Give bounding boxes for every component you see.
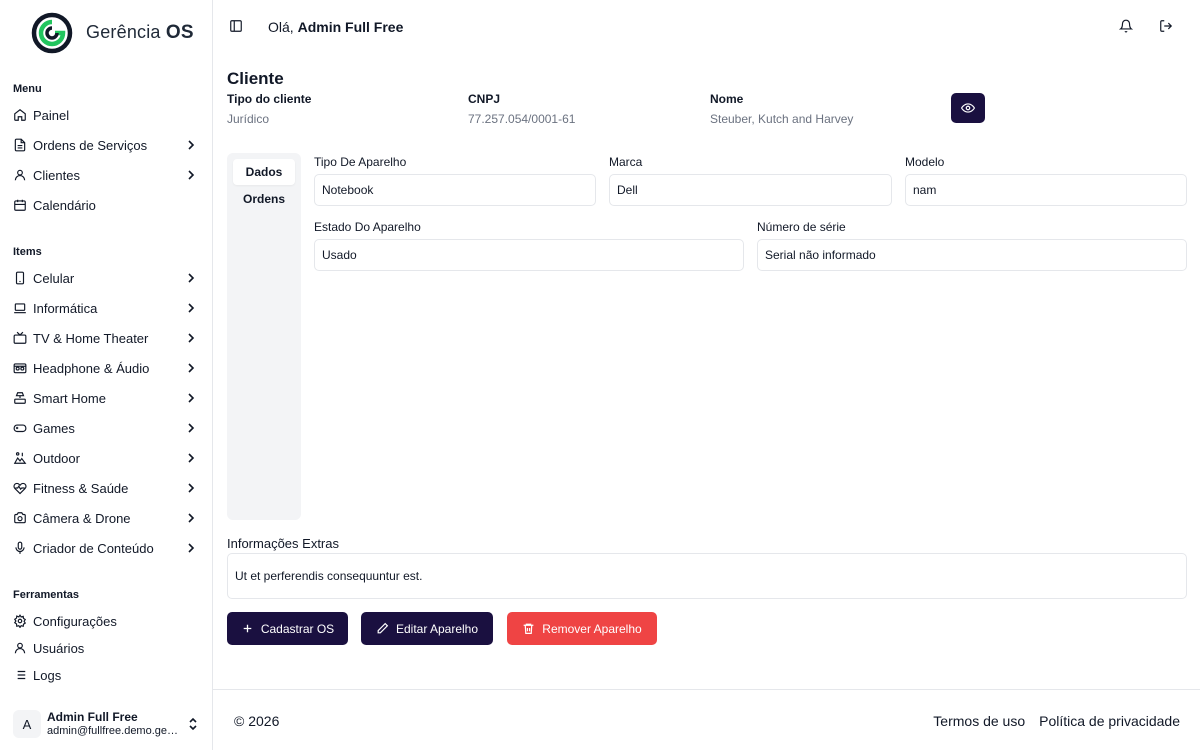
eye-icon bbox=[961, 103, 975, 113]
chevron-right-icon bbox=[188, 483, 195, 493]
chevron-right-icon bbox=[188, 393, 195, 403]
chevron-right-icon bbox=[188, 273, 195, 283]
user-email: admin@fullfree.demo.gerenciaos.com bbox=[47, 724, 179, 737]
create-os-button[interactable]: Cadastrar OS bbox=[227, 612, 348, 645]
greeting: Olá, Admin Full Free bbox=[268, 19, 404, 35]
sidebar-item-ordens[interactable]: Ordens de Serviços bbox=[13, 133, 199, 157]
model-input[interactable]: nam bbox=[905, 174, 1187, 206]
sidebar-item-games[interactable]: Games bbox=[13, 416, 199, 440]
greeting-user-name: Admin Full Free bbox=[297, 19, 404, 35]
user-menu[interactable]: A Admin Full Free admin@fullfree.demo.ge… bbox=[13, 708, 201, 740]
avatar: A bbox=[13, 710, 41, 738]
logout-icon[interactable] bbox=[1159, 19, 1173, 33]
user-icon bbox=[13, 641, 27, 655]
bell-icon[interactable] bbox=[1119, 19, 1133, 33]
section-title-ferramentas: Ferramentas bbox=[13, 589, 80, 601]
chevron-right-icon bbox=[188, 363, 195, 373]
edit-device-button[interactable]: Editar Aparelho bbox=[361, 612, 493, 645]
logo-text: Gerência OS bbox=[86, 22, 194, 43]
gear-icon bbox=[13, 614, 27, 628]
terms-link[interactable]: Termos de uso bbox=[933, 713, 1025, 729]
sidebar-item-painel[interactable]: Painel bbox=[13, 103, 199, 127]
remove-device-button[interactable]: Remover Aparelho bbox=[507, 612, 657, 645]
smartphone-icon bbox=[13, 271, 27, 285]
sidebar-item-outdoor[interactable]: Outdoor bbox=[13, 446, 199, 470]
speaker-icon bbox=[13, 361, 27, 375]
client-cnpj: CNPJ 77.257.054/0001-61 bbox=[468, 92, 576, 126]
sidebar-item-logs[interactable]: Logs bbox=[13, 663, 199, 687]
list-icon bbox=[13, 668, 27, 682]
tab-dados[interactable]: Dados bbox=[233, 159, 295, 185]
gamepad-icon bbox=[13, 421, 27, 435]
chevrons-up-down-icon bbox=[189, 717, 197, 731]
chevron-right-icon bbox=[188, 140, 195, 150]
trash-icon bbox=[523, 623, 534, 634]
logo-icon bbox=[31, 12, 73, 54]
tv-icon bbox=[13, 331, 27, 345]
model-field: Modelo nam bbox=[905, 155, 1187, 206]
device-tabs: Dados Ordens bbox=[227, 153, 301, 520]
sidebar: Gerência OS Menu Painel Ordens de Serviç… bbox=[0, 0, 213, 750]
sidebar-item-informatica[interactable]: Informática bbox=[13, 296, 199, 320]
heart-pulse-icon bbox=[13, 481, 27, 495]
sidebar-item-camera[interactable]: Câmera & Drone bbox=[13, 506, 199, 530]
plus-icon bbox=[243, 624, 252, 633]
sidebar-item-clientes[interactable]: Clientes bbox=[13, 163, 199, 187]
device-state-field: Estado Do Aparelho Usado bbox=[314, 220, 744, 271]
privacy-link[interactable]: Política de privacidade bbox=[1039, 713, 1180, 729]
client-name: Nome Steuber, Kutch and Harvey bbox=[710, 92, 854, 126]
sidebar-item-celular[interactable]: Celular bbox=[13, 266, 199, 290]
extra-info-label: Informações Extras bbox=[227, 536, 339, 551]
brand-input[interactable]: Dell bbox=[609, 174, 892, 206]
chevron-right-icon bbox=[188, 543, 195, 553]
logo[interactable]: Gerência OS bbox=[31, 12, 194, 54]
camera-icon bbox=[13, 511, 27, 525]
sidebar-item-configuracoes[interactable]: Configurações bbox=[13, 609, 199, 633]
document-icon bbox=[13, 138, 27, 152]
sidebar-item-tv[interactable]: TV & Home Theater bbox=[13, 326, 199, 350]
sidebar-item-criador[interactable]: Criador de Conteúdo bbox=[13, 536, 199, 560]
device-type-input[interactable]: Notebook bbox=[314, 174, 596, 206]
section-title-items: Items bbox=[13, 246, 42, 258]
serial-number-input[interactable]: Serial não informado bbox=[757, 239, 1187, 271]
chevron-right-icon bbox=[188, 303, 195, 313]
user-name: Admin Full Free bbox=[47, 710, 138, 725]
page-title: Cliente bbox=[227, 69, 284, 88]
footer: © 2026 Termos de uso Política de privaci… bbox=[213, 689, 1200, 750]
sidebar-toggle-icon[interactable] bbox=[229, 19, 243, 33]
device-state-input[interactable]: Usado bbox=[314, 239, 744, 271]
tab-ordens[interactable]: Ordens bbox=[233, 186, 295, 212]
laptop-icon bbox=[13, 301, 27, 315]
sidebar-item-usuarios[interactable]: Usuários bbox=[13, 636, 199, 660]
serial-number-field: Número de série Serial não informado bbox=[757, 220, 1187, 271]
sidebar-item-calendario[interactable]: Calendário bbox=[13, 193, 199, 217]
outdoor-icon bbox=[13, 451, 27, 465]
chevron-right-icon bbox=[188, 513, 195, 523]
extra-info-field[interactable]: Ut et perferendis consequuntur est. bbox=[227, 553, 1187, 599]
client-type: Tipo do cliente Jurídico bbox=[227, 92, 312, 126]
device-type-field: Tipo De Aparelho Notebook bbox=[314, 155, 596, 206]
microphone-icon bbox=[13, 541, 27, 555]
chevron-right-icon bbox=[188, 333, 195, 343]
chevron-right-icon bbox=[188, 170, 195, 180]
topbar: Olá, Admin Full Free bbox=[213, 0, 1200, 54]
calendar-icon bbox=[13, 198, 27, 212]
section-title-menu: Menu bbox=[13, 83, 42, 95]
brand-field: Marca Dell bbox=[609, 155, 892, 206]
sidebar-item-headphone[interactable]: Headphone & Áudio bbox=[13, 356, 199, 380]
sidebar-item-smart-home[interactable]: Smart Home bbox=[13, 386, 199, 410]
chevron-right-icon bbox=[188, 423, 195, 433]
view-client-button[interactable] bbox=[951, 93, 985, 123]
sidebar-item-fitness[interactable]: Fitness & Saúde bbox=[13, 476, 199, 500]
home-icon bbox=[13, 108, 27, 122]
pencil-icon bbox=[377, 622, 389, 634]
user-icon bbox=[13, 168, 27, 182]
smart-home-icon bbox=[13, 391, 27, 405]
copyright: © 2026 bbox=[234, 713, 280, 729]
chevron-right-icon bbox=[188, 453, 195, 463]
